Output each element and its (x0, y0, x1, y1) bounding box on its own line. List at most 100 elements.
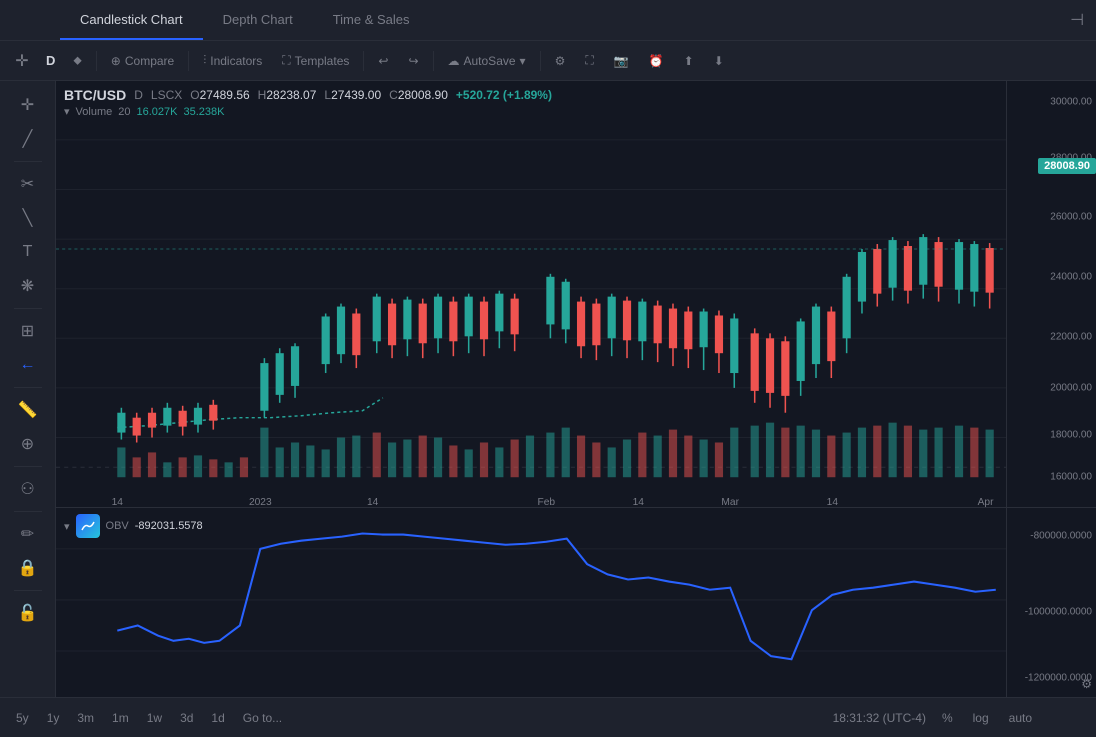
exchange: LSCX (151, 88, 182, 102)
chart-type-button[interactable]: ⬥ (65, 49, 89, 72)
dropdown-icon: ▾ (520, 54, 526, 68)
svg-text:14: 14 (367, 497, 379, 507)
undo-button[interactable]: ↩ (370, 50, 396, 72)
obv-text-label: OBV (106, 520, 129, 532)
candlestick-chart[interactable]: 14 2023 14 Feb 14 Mar 14 Apr (56, 120, 1006, 507)
symbol: BTC/USD (64, 87, 126, 103)
volume-period: 20 (118, 106, 130, 118)
crosshair-tool[interactable]: ✂ (10, 168, 46, 200)
separator-4 (433, 51, 434, 71)
obv-section[interactable]: ▾ OBV -892031.5578 (56, 507, 1006, 697)
period-1y[interactable]: 1y (39, 708, 68, 728)
zoom-tool[interactable]: ⊕ (10, 428, 46, 460)
price-change: +520.72 (+1.89%) (456, 88, 552, 102)
svg-text:14: 14 (827, 497, 839, 507)
magnet-tool[interactable]: ⚇ (10, 473, 46, 505)
log-toggle[interactable]: log (969, 709, 993, 727)
snapshot-button[interactable]: 📷 (606, 50, 637, 72)
compare-button[interactable]: ⊕ Compare (103, 50, 182, 72)
download-button[interactable]: ⬇ (706, 50, 732, 72)
svg-text:14: 14 (633, 497, 645, 507)
price-info: BTC/USD D LSCX O27489.56 H28238.07 L2743… (56, 81, 1006, 120)
price-16000: 16000.00 (1050, 472, 1092, 483)
obv-value: -892031.5578 (135, 520, 203, 532)
pencil-tool[interactable]: ✏ (10, 518, 46, 550)
crosshair-toolbar-icon[interactable]: ✛ (8, 47, 36, 75)
obv-label-row: ▾ OBV -892031.5578 (64, 514, 203, 538)
auto-toggle[interactable]: auto (1005, 709, 1036, 727)
svg-text:Mar: Mar (721, 497, 739, 507)
candlestick-svg: 14 2023 14 Feb 14 Mar 14 Apr (56, 120, 1006, 507)
indicators-button[interactable]: ⫶ Indicators (195, 49, 270, 72)
period-5y[interactable]: 5y (8, 708, 37, 728)
period-1d[interactable]: 1d (203, 708, 232, 728)
period-3d[interactable]: 3d (172, 708, 201, 728)
tool-separator-6 (14, 590, 42, 591)
collapse-panel-icon[interactable]: ⊣ (1058, 10, 1096, 30)
percent-toggle[interactable]: % (938, 709, 957, 727)
tool-separator-3 (14, 387, 42, 388)
separator-2 (188, 51, 189, 71)
tool-separator-1 (14, 161, 42, 162)
separator-5 (540, 51, 541, 71)
tab-bar: Candlestick Chart Depth Chart Time & Sal… (0, 0, 1096, 41)
period-3m[interactable]: 3m (69, 708, 102, 728)
upload-button[interactable]: ⬆ (676, 50, 702, 72)
svg-text:Apr: Apr (978, 497, 995, 507)
svg-text:14: 14 (112, 497, 124, 507)
draw-tool[interactable]: ╲ (10, 202, 46, 234)
separator-1 (96, 51, 97, 71)
alerts-button[interactable]: ⏰ (641, 50, 672, 72)
volume-label: Volume (76, 106, 113, 118)
price-26000: 26000.00 (1050, 212, 1092, 223)
fullscreen-button[interactable]: ⛶ (577, 49, 601, 72)
tab-depth[interactable]: Depth Chart (203, 0, 313, 40)
volume-val1: 16.027K (136, 106, 177, 118)
price-scale: 30000.00 28000.00 28008.90 26000.00 2400… (1006, 81, 1096, 697)
redo-button[interactable]: ↪ (400, 50, 426, 72)
period-1w[interactable]: 1w (139, 708, 170, 728)
obv-logo (76, 514, 100, 538)
chart-main: BTC/USD D LSCX O27489.56 H28238.07 L2743… (56, 81, 1006, 697)
tool-separator-5 (14, 511, 42, 512)
templates-button[interactable]: ⛶ Templates (274, 49, 357, 72)
svg-text:Feb: Feb (538, 497, 556, 507)
indicators-icon: ⫶ (203, 53, 206, 68)
time-periods: 5y 1y 3m 1m 1w 3d 1d Go to... (8, 708, 290, 728)
scale-settings-icon[interactable]: ⚙ (1081, 677, 1092, 691)
bottom-bar: 5y 1y 3m 1m 1w 3d 1d Go to... 18:31:32 (… (0, 697, 1096, 737)
path-tool[interactable]: ❋ (10, 270, 46, 302)
price-18000: 18000.00 (1050, 429, 1092, 440)
timeframe-label: D (134, 88, 143, 102)
goto-button[interactable]: Go to... (235, 708, 290, 728)
price-22000: 22000.00 (1050, 331, 1092, 342)
chevron-down-icon: ▾ (64, 105, 70, 118)
lock2-tool[interactable]: 🔓 (10, 597, 46, 629)
price-20000: 20000.00 (1050, 382, 1092, 393)
settings-button[interactable]: ⚙ (547, 50, 574, 72)
current-price-badge: 28008.90 (1038, 158, 1096, 174)
volume-val2: 35.238K (183, 106, 224, 118)
price-30000: 30000.00 (1050, 97, 1092, 108)
tab-time-sales[interactable]: Time & Sales (313, 0, 430, 40)
timeframe-button[interactable]: D (40, 50, 61, 71)
tab-candlestick[interactable]: Candlestick Chart (60, 0, 203, 40)
lock-tool[interactable]: 🔒 (10, 552, 46, 584)
autosave-button[interactable]: ☁ AutoSave ▾ (440, 50, 534, 72)
main-layout: ✛ ╱ ✂ ╲ T ❋ ⊞ ← 📏 ⊕ ⚇ ✏ 🔒 🔓 BTC/USD D LS… (0, 81, 1096, 697)
bottom-right: 18:31:32 (UTC-4) % log auto (833, 709, 1036, 727)
period-1m[interactable]: 1m (104, 708, 137, 728)
trend-line-tool[interactable]: ╱ (10, 123, 46, 155)
back-tool[interactable]: ← (10, 349, 46, 381)
measure-tool[interactable]: ⊞ (10, 315, 46, 347)
cursor-tool[interactable]: ✛ (10, 89, 46, 121)
ruler-tool[interactable]: 📏 (10, 394, 46, 426)
toolbar: ✛ D ⬥ ⊕ Compare ⫶ Indicators ⛶ Templates… (0, 41, 1096, 81)
obv-scale-1: -800000.0000 (1030, 531, 1092, 542)
price-scale-obv: -800000.0000 -1000000.0000 -1200000.0000… (1007, 507, 1096, 697)
separator-3 (363, 51, 364, 71)
text-tool[interactable]: T (10, 236, 46, 268)
price-scale-main: 30000.00 28000.00 28008.90 26000.00 2400… (1007, 81, 1096, 507)
cloud-icon: ☁ (448, 54, 460, 68)
chevron-obv-icon: ▾ (64, 520, 70, 533)
